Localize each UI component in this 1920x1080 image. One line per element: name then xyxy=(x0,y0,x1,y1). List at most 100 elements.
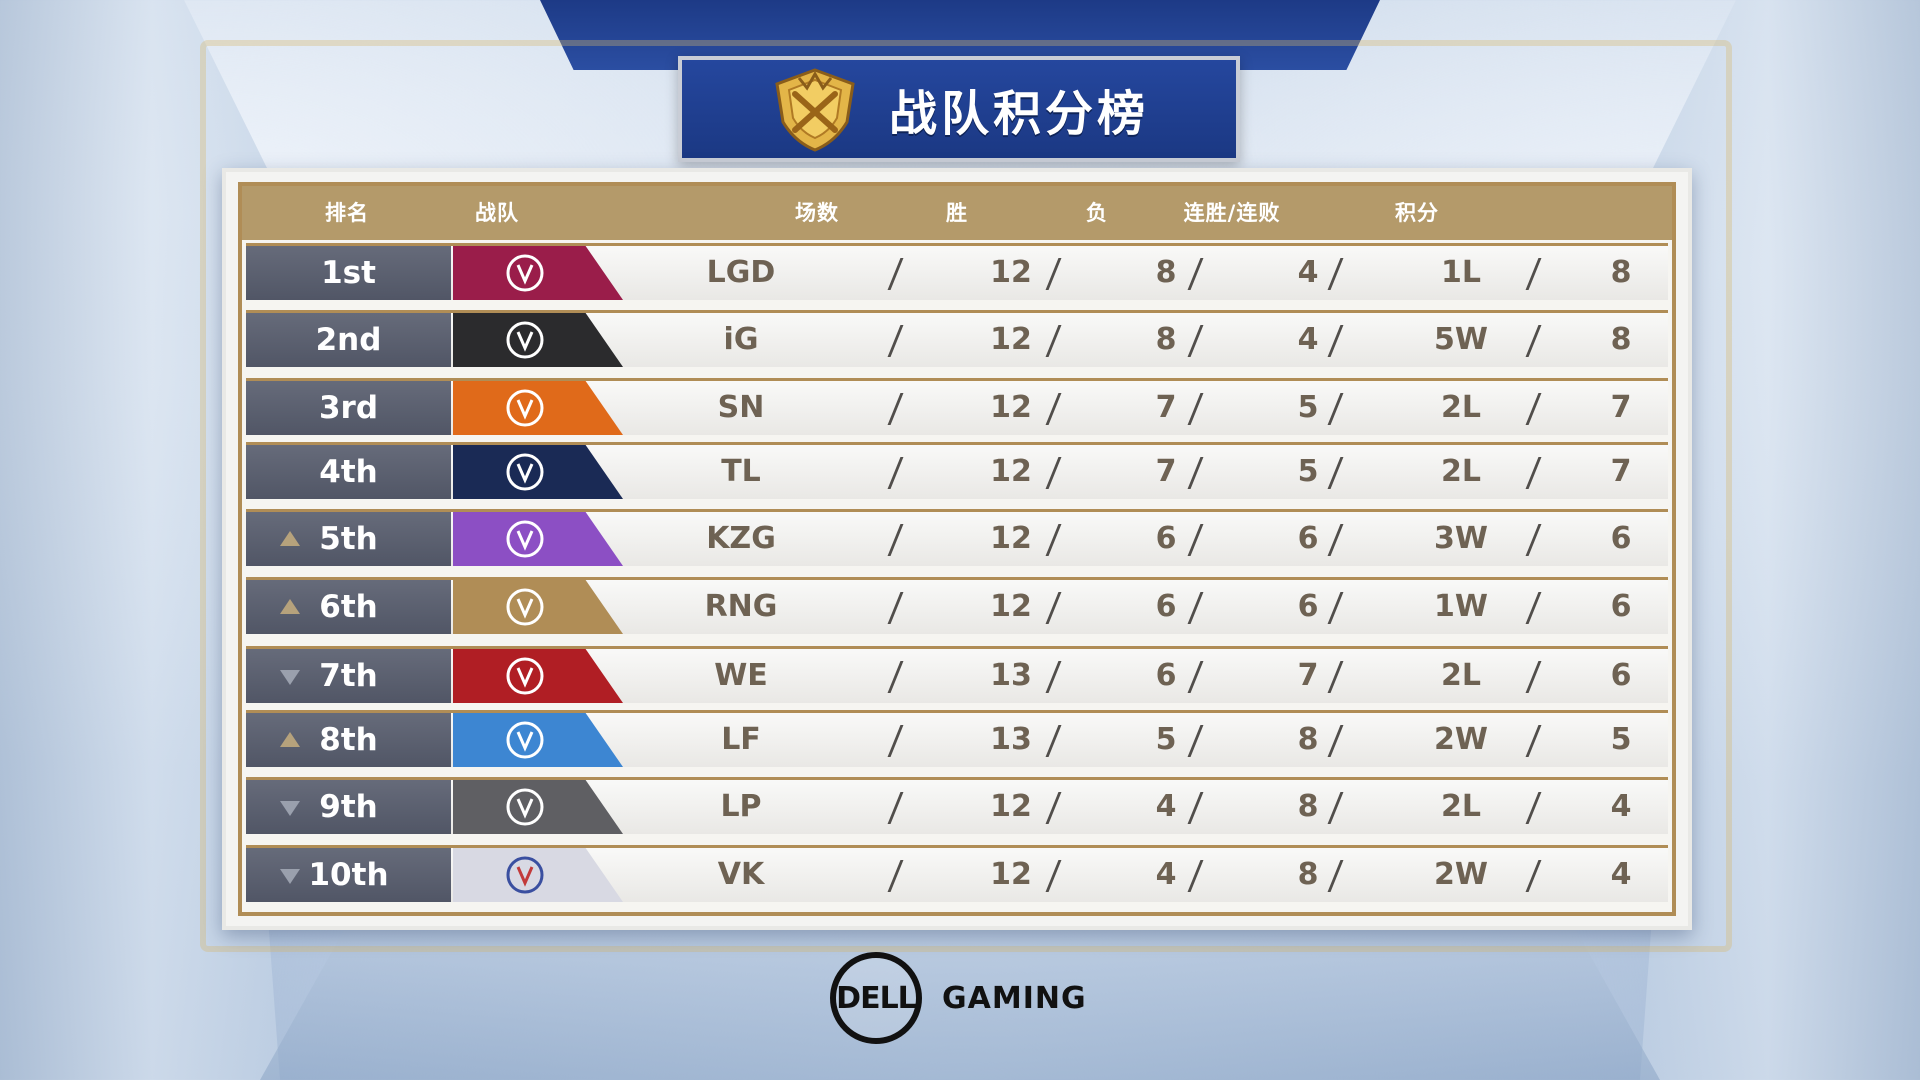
column-divider xyxy=(887,457,904,489)
column-divider xyxy=(887,860,904,892)
team-name: LGD xyxy=(706,255,776,290)
column-divider xyxy=(1525,592,1542,624)
losses-value: 8 xyxy=(1297,722,1319,757)
header-team: 战队 xyxy=(475,201,519,225)
points-value: 7 xyxy=(1610,454,1632,489)
team-name: LF xyxy=(721,722,761,757)
team-name: iG xyxy=(723,322,759,357)
team-logo-cell xyxy=(453,445,623,499)
table-row: 6th RNG 12 6 6 1W 6 xyxy=(246,580,1668,634)
streak-value: 2L xyxy=(1441,454,1481,489)
losses-value: 6 xyxy=(1297,521,1319,556)
losses-value: 5 xyxy=(1297,454,1319,489)
team-logo-cell xyxy=(453,780,623,834)
team-logo-icon xyxy=(506,788,544,826)
points-value: 6 xyxy=(1610,589,1632,624)
team-logo-icon xyxy=(506,856,544,894)
wins-value: 7 xyxy=(1155,454,1177,489)
table-row: 4th TL 12 7 5 2L 7 xyxy=(246,445,1668,499)
team-logo-cell xyxy=(453,580,623,634)
sponsor-logo: DΕLL GAMING xyxy=(830,948,1087,1048)
table-row: 1st LGD 12 8 4 1L 8 xyxy=(246,246,1668,300)
standings-panel: 排名 战队 场数 胜 负 连胜/连败 积分 1st LGD 12 8 4 1L 8 2nd iG… xyxy=(222,168,1692,930)
points-value: 7 xyxy=(1610,390,1632,425)
rank-label: 5th xyxy=(319,521,378,557)
team-logo-icon xyxy=(506,721,544,759)
team-logo-cell xyxy=(453,512,623,566)
streak-value: 2L xyxy=(1441,789,1481,824)
trophy-emblem-icon xyxy=(775,68,855,152)
points-value: 4 xyxy=(1610,789,1632,824)
column-divider xyxy=(1525,860,1542,892)
rank-label: 9th xyxy=(319,789,378,825)
team-logo-cell xyxy=(453,713,623,767)
points-value: 8 xyxy=(1610,255,1632,290)
streak-value: 5W xyxy=(1434,322,1488,357)
wins-value: 6 xyxy=(1155,658,1177,693)
played-value: 12 xyxy=(990,390,1032,425)
streak-value: 2L xyxy=(1441,390,1481,425)
rank-label: 6th xyxy=(319,589,378,625)
table-row: 7th WE 13 6 7 2L 6 xyxy=(246,649,1668,703)
team-logo-cell xyxy=(453,313,623,367)
points-value: 5 xyxy=(1610,722,1632,757)
page-title: 战队积分榜 xyxy=(888,86,1149,142)
played-value: 12 xyxy=(990,857,1032,892)
rank-cell: 3rd xyxy=(246,381,451,435)
sponsor-label: GAMING xyxy=(942,980,1087,1016)
table-row: 10th VK 12 4 8 2W 4 xyxy=(246,848,1668,902)
standings-table: 排名 战队 场数 胜 负 连胜/连败 积分 1st LGD 12 8 4 1L 8 2nd iG… xyxy=(238,182,1676,916)
losses-value: 7 xyxy=(1297,658,1319,693)
team-name: LP xyxy=(720,789,762,824)
losses-value: 4 xyxy=(1297,255,1319,290)
losses-value: 4 xyxy=(1297,322,1319,357)
header-streak: 连胜/连败 xyxy=(1183,201,1281,225)
played-value: 12 xyxy=(990,521,1032,556)
rank-label: 10th xyxy=(308,857,389,893)
column-divider xyxy=(1525,325,1542,357)
column-divider xyxy=(1525,393,1542,425)
team-name: KZG xyxy=(706,521,776,556)
column-divider xyxy=(1525,524,1542,556)
streak-value: 1L xyxy=(1441,255,1481,290)
table-row: 8th LF 13 5 8 2W 5 xyxy=(246,713,1668,767)
rank-cell: 9th xyxy=(246,780,451,834)
streak-value: 2W xyxy=(1434,857,1488,892)
dell-logo-icon: DΕLL xyxy=(830,952,922,1044)
rank-label: 4th xyxy=(319,454,378,490)
wins-value: 4 xyxy=(1155,857,1177,892)
streak-value: 1W xyxy=(1434,589,1488,624)
title-plate: 战队积分榜 xyxy=(678,56,1240,162)
team-logo-cell xyxy=(453,381,623,435)
streak-value: 3W xyxy=(1434,521,1488,556)
streak-value: 2L xyxy=(1441,658,1481,693)
team-logo-icon xyxy=(506,657,544,695)
played-value: 13 xyxy=(990,722,1032,757)
column-divider xyxy=(887,258,904,290)
team-logo-icon xyxy=(506,520,544,558)
rank-cell: 1st xyxy=(246,246,451,300)
rank-label: 8th xyxy=(319,722,378,758)
column-divider xyxy=(887,325,904,357)
wins-value: 8 xyxy=(1155,255,1177,290)
wins-value: 6 xyxy=(1155,521,1177,556)
team-logo-icon xyxy=(506,321,544,359)
rank-cell: 2nd xyxy=(246,313,451,367)
rank-label: 3rd xyxy=(318,390,379,426)
losses-value: 5 xyxy=(1297,390,1319,425)
rank-cell: 4th xyxy=(246,445,451,499)
header-played: 场数 xyxy=(795,201,839,225)
column-divider xyxy=(887,792,904,824)
team-name: TL xyxy=(721,454,761,489)
losses-value: 8 xyxy=(1297,789,1319,824)
team-logo-icon xyxy=(506,389,544,427)
table-row: 3rd SN 12 7 5 2L 7 xyxy=(246,381,1668,435)
wins-value: 6 xyxy=(1155,589,1177,624)
column-divider xyxy=(1525,725,1542,757)
team-logo-cell xyxy=(453,649,623,703)
table-row: 9th LP 12 4 8 2L 4 xyxy=(246,780,1668,834)
wins-value: 8 xyxy=(1155,322,1177,357)
played-value: 12 xyxy=(990,589,1032,624)
team-logo-icon xyxy=(506,453,544,491)
wins-value: 4 xyxy=(1155,789,1177,824)
